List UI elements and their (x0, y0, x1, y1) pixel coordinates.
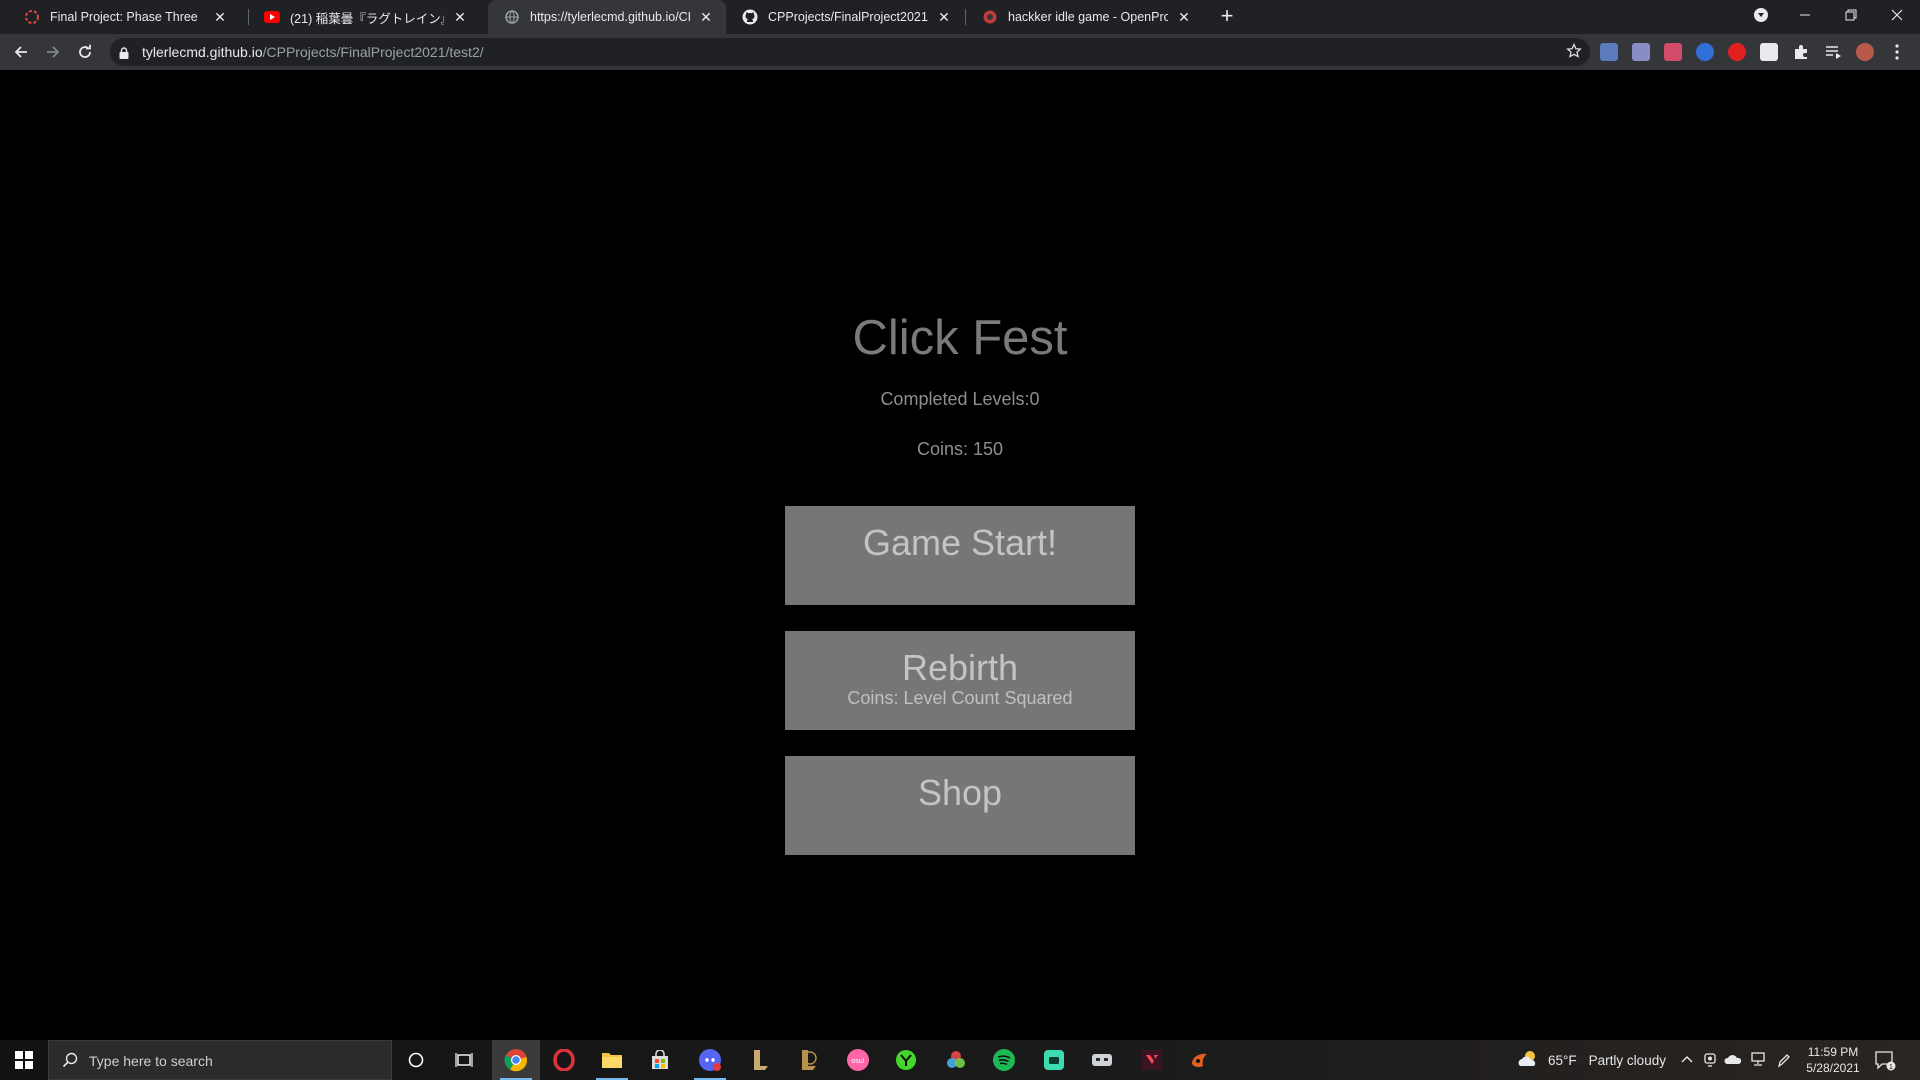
openprocessing-icon (24, 9, 40, 25)
clock-date: 5/28/2021 (1806, 1061, 1860, 1075)
restore-icon[interactable] (1828, 0, 1874, 30)
tab-title: Final Project: Phase Three (50, 10, 198, 24)
openprocessing-icon (982, 9, 998, 25)
extension-1-icon[interactable] (1600, 43, 1618, 61)
adblock-icon[interactable] (1728, 43, 1746, 61)
tab-github-io[interactable]: https://tylerlecmd.github.io/CPProjects … (488, 0, 726, 34)
game-launcher-icon[interactable] (1030, 1040, 1078, 1080)
osu-icon[interactable]: osu! (834, 1040, 882, 1080)
rebirth-button[interactable]: Rebirth Coins: Level Count Squared (785, 631, 1135, 730)
shop-label: Shop (917, 772, 1003, 813)
extension-3-icon[interactable] (1664, 43, 1682, 61)
opera-icon[interactable] (540, 1040, 588, 1080)
league-game-icon[interactable] (784, 1040, 832, 1080)
system-clock[interactable]: 11:59 PM 5/28/2021 (1798, 1044, 1868, 1076)
game-start-button[interactable]: Game Start! (785, 506, 1135, 605)
url-text: tylerlecmd.github.io/CPProjects/FinalPro… (142, 44, 484, 60)
pen-icon[interactable] (1776, 1052, 1790, 1073)
task-view-icon[interactable] (440, 1040, 488, 1080)
weather-temperature: 65°F (1548, 1052, 1577, 1068)
shop-button[interactable]: Shop (785, 756, 1135, 855)
razer-icon[interactable] (882, 1040, 930, 1080)
valorant-icon[interactable] (1128, 1040, 1176, 1080)
github-icon (742, 9, 758, 25)
coins-value: 150 (972, 439, 1004, 459)
media-queue-icon[interactable] (1824, 43, 1842, 61)
notification-center-icon[interactable]: 1 (1874, 1050, 1896, 1077)
completed-levels-label: Completed Levels: (880, 389, 1030, 409)
kebab-menu-icon[interactable] (1888, 43, 1906, 61)
rebirth-label: Rebirth (901, 647, 1019, 688)
coins-label: Coins: (916, 439, 973, 459)
new-tab-button[interactable]: + (1215, 5, 1239, 29)
taskbar-search-box[interactable]: Type here to search (48, 1040, 392, 1080)
rebirth-subtitle: Coins: Level Count Squared (847, 688, 1073, 708)
svg-text:osu!: osu! (851, 1058, 864, 1065)
forward-icon[interactable] (41, 40, 65, 64)
youtube-icon (264, 9, 280, 25)
address-bar[interactable]: tylerlecmd.github.io/CPProjects/FinalPro… (110, 38, 1590, 66)
taskbar: Type here to search osu! 65°F Partly clo… (0, 1040, 1920, 1080)
search-icon (62, 1052, 78, 1073)
globe-icon (504, 9, 520, 25)
minimize-icon[interactable] (1782, 0, 1828, 30)
onedrive-icon[interactable] (1724, 1052, 1742, 1071)
tab-youtube[interactable]: (21) 稲葉曇『ラグトレイン』Vo. 歌愛ユキ ✕ (248, 0, 480, 34)
chevron-up-icon[interactable] (1680, 1052, 1694, 1071)
spotify-icon[interactable] (980, 1040, 1028, 1080)
tab-strip: Final Project: Phase Three ✕ (21) 稲葉曇『ラグ… (0, 0, 1920, 34)
reload-icon[interactable] (73, 40, 97, 64)
league-client-icon[interactable] (736, 1040, 784, 1080)
close-tab-icon[interactable]: ✕ (698, 9, 714, 25)
chrome-taskbar-icon[interactable] (492, 1040, 540, 1080)
extension-6-icon[interactable] (1760, 43, 1778, 61)
webcam-icon[interactable] (1703, 1052, 1717, 1073)
file-explorer-icon[interactable] (588, 1040, 636, 1080)
lock-icon[interactable] (119, 46, 129, 64)
store-icon[interactable] (636, 1040, 684, 1080)
tab-final-project[interactable]: Final Project: Phase Three ✕ (8, 0, 240, 34)
extension-4-icon[interactable] (1696, 43, 1714, 61)
weather-condition: Partly cloudy (1588, 1052, 1666, 1068)
url-host: tylerlecmd.github.io (142, 44, 263, 60)
app-icon[interactable] (1176, 1040, 1224, 1080)
game-title: Click Fest (852, 311, 1068, 365)
bookmark-star-icon[interactable] (1566, 43, 1582, 64)
tab-github[interactable]: CPProjects/FinalProject2021/images ✕ (726, 0, 964, 34)
clock-time: 11:59 PM (1807, 1045, 1859, 1059)
completed-levels-value: 0 (1029, 389, 1040, 409)
cortana-icon[interactable] (392, 1040, 440, 1080)
partly-cloudy-icon (1516, 1049, 1540, 1072)
tab-hackker-idle-game[interactable]: hackker idle game - OpenProcessing ✕ (966, 0, 1204, 34)
close-window-icon[interactable] (1874, 0, 1920, 30)
discord-bot-icon[interactable] (1078, 1040, 1126, 1080)
avatar[interactable] (1856, 43, 1874, 61)
davinci-icon[interactable] (932, 1040, 980, 1080)
discord-icon[interactable] (686, 1040, 734, 1080)
puzzle-icon[interactable] (1792, 43, 1810, 61)
tab-title: CPProjects/FinalProject2021/images (768, 10, 928, 24)
windows-start-icon[interactable] (0, 1040, 48, 1080)
tab-title: https://tylerlecmd.github.io/CPProjects (530, 10, 690, 24)
close-tab-icon[interactable]: ✕ (1176, 9, 1192, 25)
close-tab-icon[interactable]: ✕ (212, 9, 228, 25)
close-tab-icon[interactable]: ✕ (936, 9, 952, 25)
weather-widget[interactable]: 65°F Partly cloudy (1516, 1040, 1666, 1080)
tab-title: (21) 稲葉曇『ラグトレイン』Vo. 歌愛ユキ (290, 11, 444, 26)
page-canvas: Click Fest Completed Levels:0 Coins: 150… (0, 70, 1920, 1040)
tab-title: hackker idle game - OpenProcessing (1008, 10, 1168, 24)
game-start-label: Game Start! (862, 522, 1058, 563)
extension-2-icon[interactable] (1632, 43, 1650, 61)
coins-text: Coins: 150 (0, 439, 1920, 460)
url-path: /CPProjects/FinalProject2021/test2/ (262, 44, 484, 60)
profile-menu-icon[interactable] (1738, 0, 1784, 30)
back-icon[interactable] (9, 40, 33, 64)
search-placeholder: Type here to search (89, 1053, 213, 1069)
close-tab-icon[interactable]: ✕ (452, 9, 468, 25)
completed-levels-text: Completed Levels:0 (0, 389, 1920, 410)
network-icon[interactable] (1750, 1052, 1766, 1071)
notification-count: 1 (1889, 1064, 1893, 1071)
